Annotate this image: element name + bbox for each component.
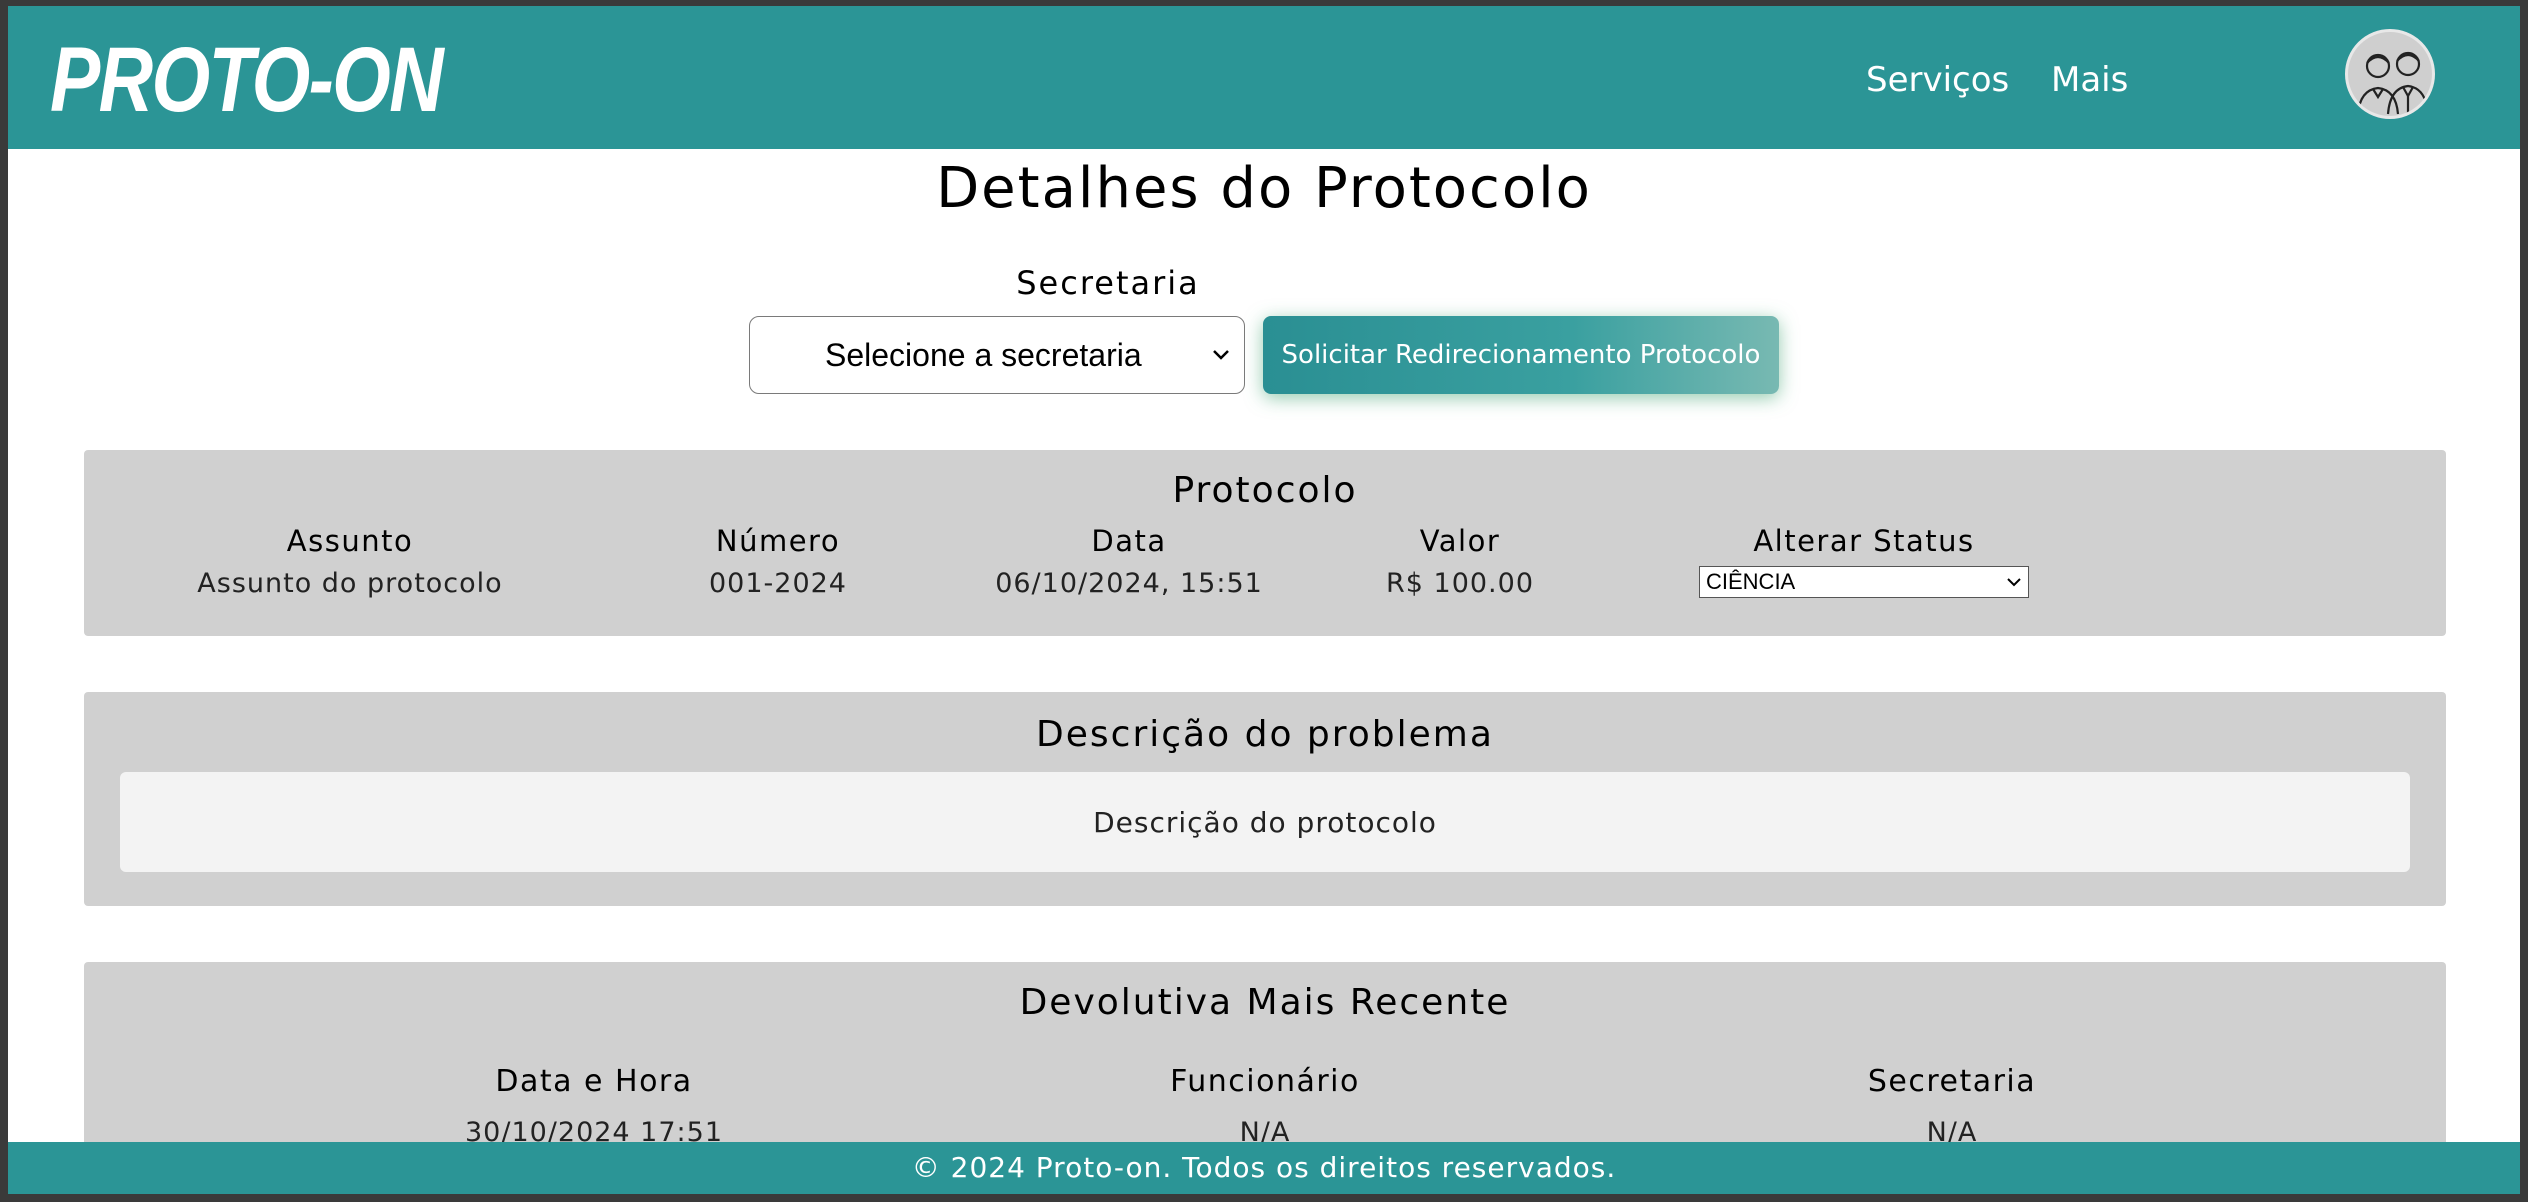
secretaria-label: Secretaria <box>1016 264 1200 302</box>
data-field: Data 06/10/2024, 15:51 <box>964 524 1294 599</box>
secretaria-select-value: Selecione a secretaria <box>825 336 1142 373</box>
status-select-value: CIÊNCIA <box>1706 569 1796 594</box>
chevron-down-icon <box>1213 350 1229 360</box>
devolutiva-col-data-hora: Data e Hora 30/10/2024 17:51 <box>384 1064 804 1148</box>
descricao-text: Descrição do protocolo <box>120 772 2410 872</box>
status-select[interactable]: CIÊNCIA <box>1699 566 2029 598</box>
funcionario-header: Funcionário <box>1170 1064 1360 1099</box>
brand-logo[interactable]: PROTO-ON <box>50 28 444 133</box>
descricao-panel: Descrição do problema Descrição do proto… <box>84 692 2446 906</box>
footer: © 2024 Proto-on. Todos os direitos reser… <box>8 1142 2520 1194</box>
data-hora-header: Data e Hora <box>495 1064 693 1099</box>
protocolo-panel: Protocolo Assunto Assunto do protocolo N… <box>84 450 2446 636</box>
page-title: Detalhes do Protocolo <box>936 156 1592 221</box>
descricao-title: Descrição do problema <box>1036 714 1494 755</box>
valor-value: R$ 100.00 <box>1386 568 1534 599</box>
users-avatar-icon[interactable] <box>2345 29 2435 119</box>
devolutiva-col-funcionario: Funcionário N/A <box>1055 1064 1475 1148</box>
top-navbar: PROTO-ON Serviços Mais <box>8 6 2520 149</box>
secretaria-select[interactable]: Selecione a secretaria <box>749 316 1245 394</box>
assunto-value: Assunto do protocolo <box>197 568 503 599</box>
data-header: Data <box>1091 524 1167 558</box>
secretaria-header: Secretaria <box>1867 1064 2037 1099</box>
nav-mais-link[interactable]: Mais <box>2051 60 2128 100</box>
assunto-header: Assunto <box>286 524 414 558</box>
numero-value: 001-2024 <box>709 568 847 599</box>
numero-header: Número <box>715 524 841 558</box>
alterar-status-header: Alterar Status <box>1753 524 1975 558</box>
assunto-field: Assunto Assunto do protocolo <box>170 524 530 599</box>
devolutiva-col-secretaria: Secretaria N/A <box>1742 1064 2162 1148</box>
chevron-down-icon <box>2007 578 2021 587</box>
protocolo-title: Protocolo <box>1172 470 1358 511</box>
valor-field: Valor R$ 100.00 <box>1310 524 1610 599</box>
data-value: 06/10/2024, 15:51 <box>995 568 1263 599</box>
devolutiva-title: Devolutiva Mais Recente <box>1019 982 1511 1023</box>
browser-viewport: PROTO-ON Serviços Mais Detalhes do Proto… <box>8 6 2520 1194</box>
status-field: Alterar Status CIÊNCIA <box>1684 524 2044 598</box>
numero-field: Número 001-2024 <box>628 524 928 599</box>
valor-header: Valor <box>1419 524 1501 558</box>
solicitar-redirecionamento-button[interactable]: Solicitar Redirecionamento Protocolo <box>1263 316 1779 394</box>
nav-servicos-link[interactable]: Serviços <box>1866 60 2009 100</box>
